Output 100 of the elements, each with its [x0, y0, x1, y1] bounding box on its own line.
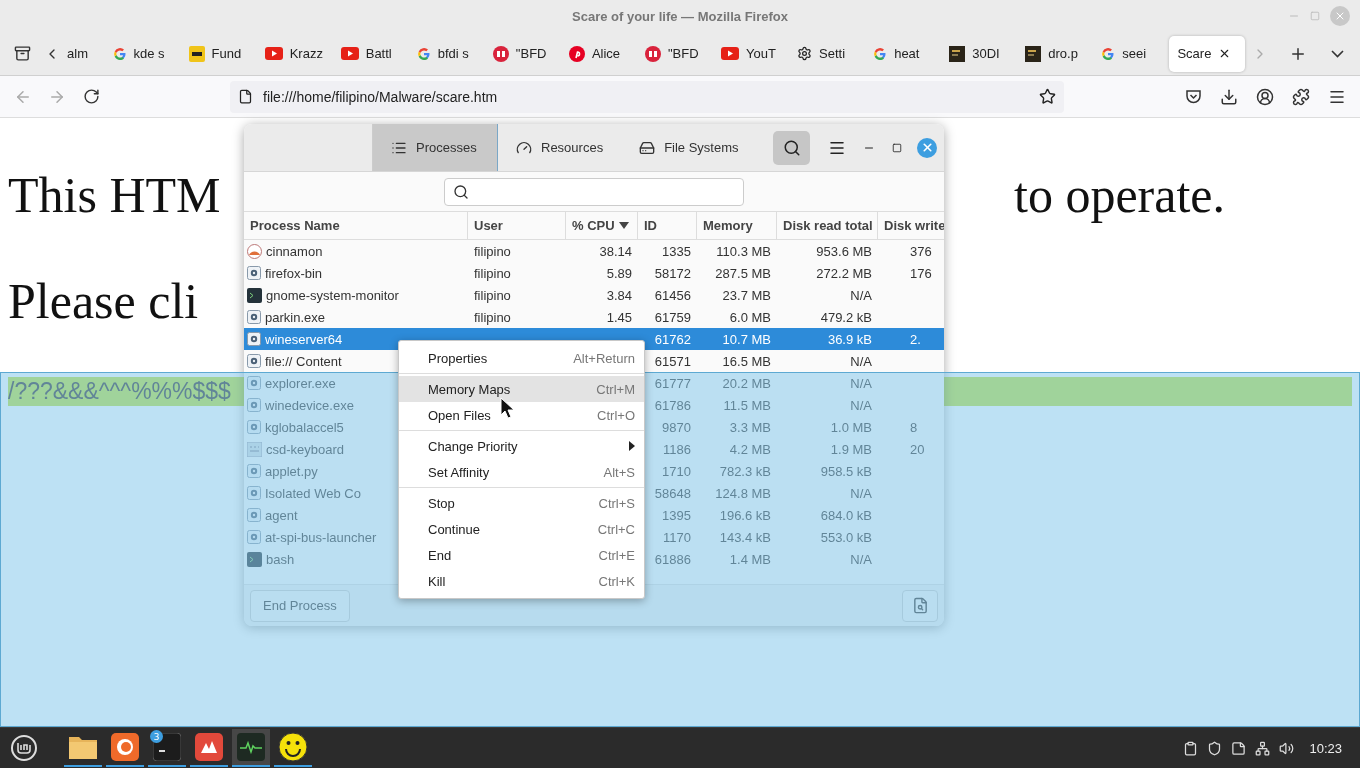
table-cell: filipino	[474, 287, 511, 303]
table-cell: N/A	[850, 551, 872, 567]
table-cell: 61762	[654, 331, 691, 347]
url-text: file:///home/filipino/Malware/scare.htm	[263, 88, 499, 105]
pin-icon	[568, 45, 585, 62]
gauge-icon	[516, 139, 532, 156]
volume-icon[interactable]	[1279, 740, 1295, 756]
menu-item[interactable]: Set Affinity Alt+S	[399, 459, 644, 485]
table-cell: 20	[910, 441, 925, 457]
image-icon	[949, 45, 966, 62]
terminal-icon	[247, 551, 262, 567]
table-cell: 376	[910, 243, 932, 259]
table-cell: N/A	[850, 353, 872, 369]
column-header[interactable]: User	[468, 212, 566, 239]
browser-tab[interactable]: YouT	[713, 35, 790, 72]
view-tab[interactable]: File Systems	[621, 124, 757, 171]
tray-icon	[14, 45, 32, 62]
table-cell: 5.89	[606, 265, 632, 281]
details-button[interactable]	[902, 589, 938, 622]
table-cell: parkin.exe	[265, 309, 325, 325]
table-cell: 176	[910, 265, 932, 281]
browser-tab[interactable]: Krazz	[256, 35, 333, 72]
menu-item[interactable]: Change Priority	[399, 433, 644, 459]
pocket-icon	[1184, 88, 1202, 105]
browser-tab[interactable]: 30DI	[941, 35, 1018, 72]
browser-tab[interactable]: alm	[65, 35, 105, 72]
system-monitor-icon	[237, 733, 265, 761]
table-cell: 3.3 MB	[729, 419, 771, 435]
image-icon	[1025, 45, 1042, 62]
chevron-down-icon	[1330, 49, 1344, 58]
table-cell: gnome-system-monitor	[266, 287, 399, 303]
reload-icon	[82, 88, 100, 105]
column-header[interactable]: Disk read total	[777, 212, 878, 239]
browser-tab[interactable]: Battl	[332, 35, 409, 72]
play-icon	[721, 47, 740, 60]
table-cell: Isolated Web Co	[265, 485, 361, 501]
address-bar[interactable]: file:///home/filipino/Malware/scare.htm	[230, 80, 1064, 113]
close-button[interactable]	[917, 137, 937, 158]
table-cell: 1710	[662, 463, 691, 479]
maximize-icon	[892, 142, 902, 153]
keyboard-icon	[247, 441, 262, 457]
browser-tab[interactable]: heat	[865, 35, 942, 72]
table-cell: 58172	[654, 265, 691, 281]
browser-tab[interactable]: "BFD	[636, 35, 714, 72]
search-icon	[453, 183, 469, 200]
shortcut-text: Ctrl+S	[598, 495, 635, 511]
table-cell: 61886	[654, 551, 691, 567]
table-cell: file:// Content	[265, 353, 342, 369]
table-cell: 8	[910, 419, 918, 435]
menu-item[interactable]: Stop Ctrl+S	[399, 490, 644, 516]
clipboard-icon[interactable]	[1183, 740, 1199, 756]
google-g-icon	[873, 46, 888, 61]
table-cell: 1186	[663, 441, 691, 457]
table-cell: filipino	[474, 309, 511, 325]
menu-item[interactable]: Continue Ctrl+C	[399, 516, 644, 542]
table-cell: 1.45	[606, 309, 632, 325]
table-cell: 61759	[654, 309, 691, 325]
browser-tab[interactable]: Setti	[789, 35, 866, 72]
google-g-icon	[416, 46, 431, 61]
note-icon[interactable]	[1231, 740, 1247, 756]
submenu-arrow-icon	[629, 441, 635, 451]
browser-tab[interactable]: Fund	[180, 35, 257, 72]
browser-tab[interactable]: seei	[1093, 35, 1170, 72]
bookmark-star-icon[interactable]	[1039, 88, 1056, 105]
table-cell: 61777	[654, 375, 691, 391]
shield-icon[interactable]	[1207, 740, 1223, 756]
menu-item[interactable]: Kill Ctrl+K	[399, 568, 644, 594]
search-field[interactable]	[444, 177, 744, 206]
browser-tab[interactable]: Scare	[1169, 35, 1246, 72]
table-cell: 2.	[910, 331, 921, 347]
table-cell: 3.84	[606, 287, 632, 303]
view-tab[interactable]: Resources	[498, 124, 622, 171]
search-button[interactable]	[773, 130, 810, 165]
close-icon	[1334, 10, 1346, 22]
menu-item[interactable]: Memory Maps Ctrl+M	[399, 376, 644, 402]
network-icon[interactable]	[1255, 740, 1271, 756]
menu-item[interactable]: End Ctrl+E	[399, 542, 644, 568]
browser-tab[interactable]: kde s	[104, 35, 181, 72]
browser-tab[interactable]: dro.p	[1017, 35, 1094, 72]
column-header[interactable]: Process Name	[244, 212, 468, 239]
column-header[interactable]: Memory	[697, 212, 777, 239]
column-header[interactable]: % CPU	[566, 212, 638, 239]
mouse-pointer-icon	[500, 397, 516, 419]
table-cell: N/A	[850, 287, 872, 303]
column-header[interactable]: ID	[638, 212, 697, 239]
table-cell: cinnamon	[266, 243, 323, 259]
heading-text: to operate.	[1014, 166, 1225, 224]
table-cell: explorer.exe	[265, 375, 336, 391]
table-cell: wineserver64	[265, 331, 343, 347]
table-cell: 958.5 kB	[820, 463, 872, 479]
shortcut-text: Alt+Return	[573, 350, 635, 366]
app-icon	[195, 733, 223, 761]
table-cell: 124.8 MB	[715, 485, 771, 501]
table-cell: 9870	[662, 419, 691, 435]
play-icon	[264, 47, 283, 60]
smiley-icon	[278, 732, 308, 762]
browser-tab[interactable]: bfdi s	[408, 35, 485, 72]
view-tab[interactable]: Processes	[373, 124, 498, 171]
browser-tab[interactable]: "BFD	[484, 35, 561, 72]
browser-tab[interactable]: Alice	[560, 35, 637, 72]
